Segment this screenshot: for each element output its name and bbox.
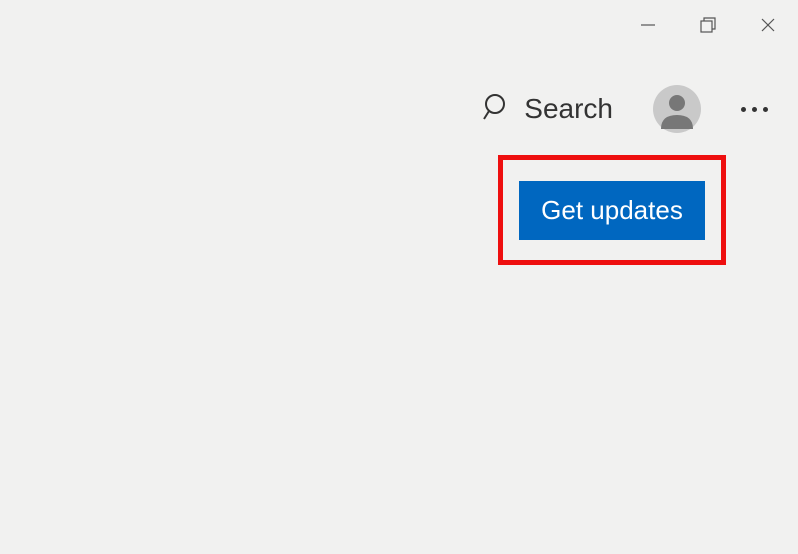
- user-avatar-button[interactable]: [653, 85, 701, 133]
- more-icon: [763, 107, 768, 112]
- search-label: Search: [524, 93, 613, 125]
- highlight-annotation: Get updates: [498, 155, 726, 265]
- more-button[interactable]: [729, 107, 780, 112]
- minimize-icon: [639, 16, 657, 34]
- close-icon: [759, 16, 777, 34]
- get-updates-button[interactable]: Get updates: [519, 181, 705, 240]
- close-button[interactable]: [738, 0, 798, 50]
- toolbar: Search: [482, 85, 780, 133]
- window-controls: [618, 0, 798, 50]
- search-icon: [482, 92, 512, 127]
- maximize-button[interactable]: [678, 0, 738, 50]
- minimize-button[interactable]: [618, 0, 678, 50]
- user-icon: [653, 85, 701, 133]
- more-icon: [752, 107, 757, 112]
- maximize-icon: [698, 15, 718, 35]
- search-button[interactable]: Search: [482, 92, 613, 127]
- more-icon: [741, 107, 746, 112]
